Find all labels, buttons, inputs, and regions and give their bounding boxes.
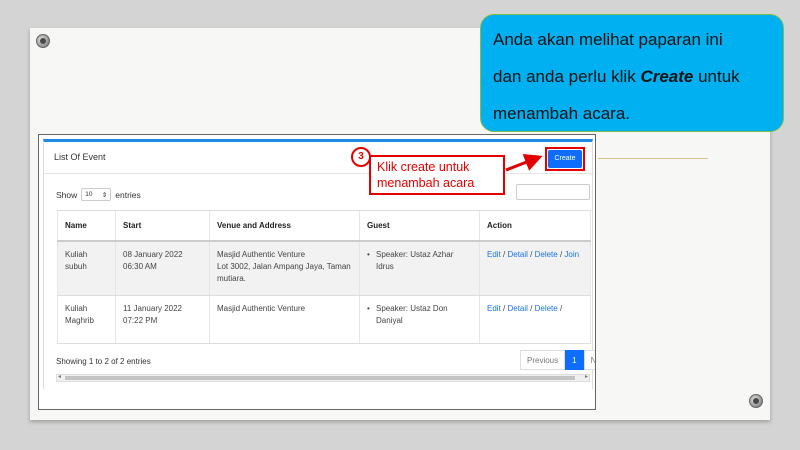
instruction-annotation: Klik create untuk menambah acara — [369, 155, 505, 195]
callout-create-word: Create — [640, 67, 694, 86]
instruction-callout: Anda akan melihat paparan ini dan anda p… — [480, 14, 784, 132]
step-number-badge: 3 — [351, 147, 371, 167]
callout-line-2: dan anda perlu klik Create untuk — [493, 58, 771, 95]
callout-line-2-post: untuk — [693, 67, 740, 86]
callout-line-3: menambah acara. — [493, 104, 631, 123]
annotation-line-2: menambah acara — [377, 176, 475, 190]
callout-line-2-pre: dan anda perlu klik — [493, 67, 641, 86]
annotation-line-1: Klik create untuk — [377, 160, 470, 174]
callout-line-1: Anda akan melihat paparan ini — [493, 30, 723, 49]
